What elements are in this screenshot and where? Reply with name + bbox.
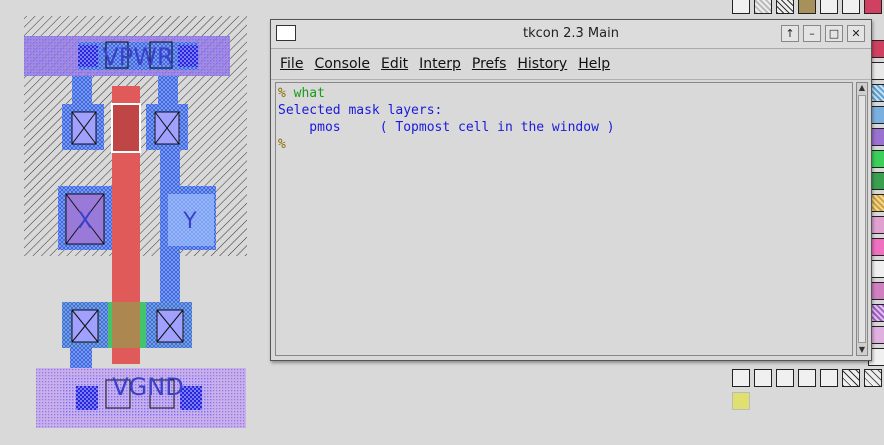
minimize-button[interactable]: – — [803, 25, 821, 42]
y-label: Y — [182, 209, 197, 234]
layer-swatch[interactable] — [864, 369, 882, 387]
layer-swatch[interactable] — [864, 0, 882, 14]
scroll-thumb[interactable] — [858, 95, 866, 343]
layer-swatch[interactable] — [842, 369, 860, 387]
window-titlebar[interactable]: tkcon 2.3 Main ↑ – □ ✕ — [271, 20, 871, 49]
console-command: what — [285, 86, 325, 101]
maximize-button[interactable]: □ — [825, 25, 843, 42]
menu-bar: File Console Edit Interp Prefs History H… — [271, 49, 871, 80]
console-prompt: % — [278, 86, 286, 101]
menu-interp[interactable]: Interp — [414, 56, 466, 72]
console-output-line: Selected mask layers: — [278, 103, 443, 118]
console-output[interactable]: % what Selected mask layers: pmos ( Topm… — [275, 82, 853, 356]
console-scrollbar[interactable]: ▲ ▼ — [856, 82, 868, 356]
scroll-up-icon[interactable]: ▲ — [857, 83, 867, 93]
lock-icon[interactable] — [732, 369, 750, 387]
layout-canvas[interactable]: VPWR X Y VGND — [0, 0, 270, 445]
layer-swatch[interactable] — [754, 0, 772, 14]
lock-icon[interactable] — [732, 0, 750, 14]
menu-history[interactable]: History — [512, 56, 572, 72]
lock-icon[interactable] — [820, 0, 838, 14]
layer-swatch[interactable] — [798, 0, 816, 14]
vgnd-label: VGND — [112, 373, 183, 401]
menu-prefs[interactable]: Prefs — [467, 56, 511, 72]
x-label: X — [77, 209, 92, 234]
layer-swatch[interactable] — [776, 0, 794, 14]
lock-icon[interactable] — [754, 369, 772, 387]
menu-file[interactable]: File — [275, 56, 308, 72]
shade-button[interactable]: ↑ — [781, 25, 799, 42]
scroll-down-icon[interactable]: ▼ — [857, 345, 867, 355]
console-prompt: % — [278, 137, 286, 152]
lock-icon[interactable] — [842, 0, 860, 14]
menu-help[interactable]: Help — [573, 56, 615, 72]
lock-icon[interactable] — [820, 369, 838, 387]
close-button[interactable]: ✕ — [847, 25, 865, 42]
layer-swatch[interactable] — [732, 392, 750, 410]
lock-icon[interactable] — [798, 369, 816, 387]
tkcon-window: tkcon 2.3 Main ↑ – □ ✕ File Console Edit… — [270, 19, 872, 361]
vpwr-label: VPWR — [102, 43, 173, 71]
console-output-line: pmos ( Topmost cell in the window ) — [278, 120, 615, 135]
menu-console[interactable]: Console — [309, 56, 375, 72]
lock-icon[interactable] — [776, 369, 794, 387]
menu-edit[interactable]: Edit — [376, 56, 413, 72]
